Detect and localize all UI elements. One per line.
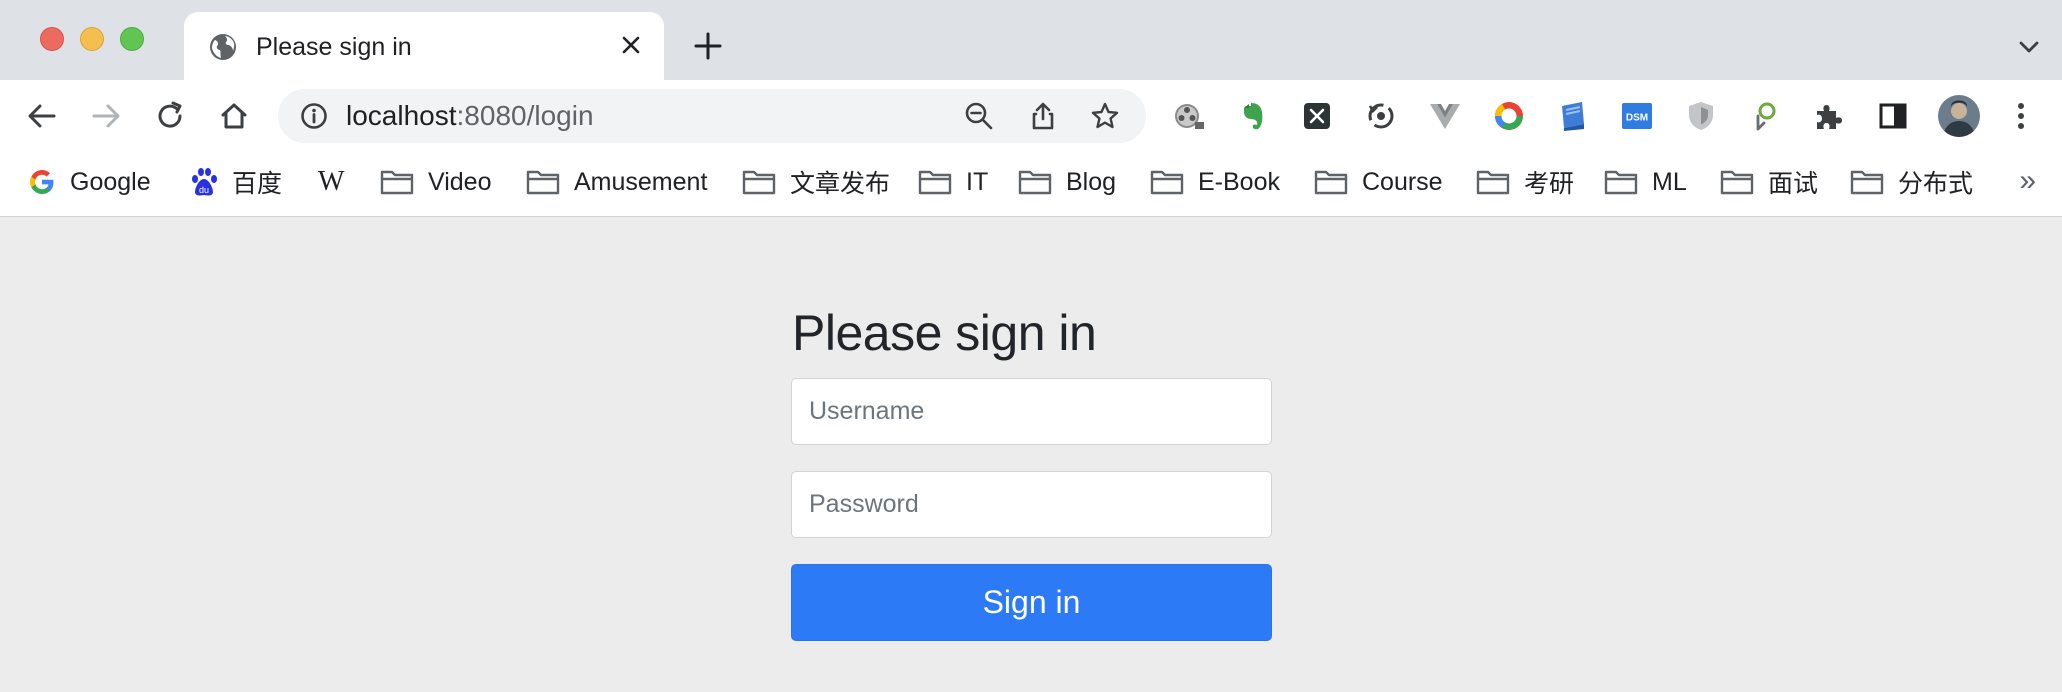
tab-strip: Please sign in xyxy=(0,0,2062,80)
url-text[interactable]: localhost:8080/login xyxy=(346,101,594,131)
folder-icon xyxy=(742,170,776,195)
form-heading: Please sign in xyxy=(792,305,1097,361)
url-host: localhost xyxy=(346,100,457,131)
bookmark-label: ML xyxy=(1652,167,1687,196)
zoom-out-icon[interactable] xyxy=(960,97,998,135)
reload-icon[interactable] xyxy=(148,94,192,138)
bookmark-folder-course[interactable]: Course xyxy=(1314,164,1443,200)
back-icon[interactable] xyxy=(20,94,64,138)
folder-icon xyxy=(1604,170,1638,195)
kebab-menu-icon[interactable] xyxy=(2004,99,2038,133)
vue-devtools-icon[interactable] xyxy=(1428,99,1462,133)
bookmarks-overflow-button[interactable]: » xyxy=(2019,166,2036,196)
browser-toolbar: localhost:8080/login DSM xyxy=(0,80,2062,152)
tab-title: Please sign in xyxy=(256,33,412,61)
leaf-extension-icon[interactable] xyxy=(1748,99,1782,133)
browser-window-chrome: Please sign in localhost:8080/login DSM … xyxy=(0,0,2062,217)
folder-icon xyxy=(1018,170,1052,195)
dsm-icon[interactable]: DSM xyxy=(1620,99,1654,133)
bookmark-label: Google xyxy=(70,167,151,196)
bookmark-label: Amusement xyxy=(574,167,708,196)
share-icon[interactable] xyxy=(1024,97,1062,135)
bookmark-folder-it[interactable]: IT xyxy=(918,164,988,200)
wikipedia-icon: W xyxy=(318,166,345,197)
sign-in-button[interactable]: Sign in xyxy=(791,564,1272,641)
forward-icon[interactable] xyxy=(84,94,128,138)
bookmark-label: 分布式 xyxy=(1898,170,1974,198)
svg-text:du: du xyxy=(199,185,209,195)
bookmark-star-icon[interactable] xyxy=(1086,97,1124,135)
sync-icon[interactable] xyxy=(1364,99,1398,133)
bookmark-wikipedia[interactable]: W xyxy=(318,164,344,200)
folder-icon xyxy=(918,170,952,195)
close-tab-icon[interactable] xyxy=(616,30,646,60)
close-window-button[interactable] xyxy=(40,27,64,51)
chrome-color-icon[interactable] xyxy=(1492,99,1526,133)
bookmark-label: IT xyxy=(966,167,989,196)
folder-icon xyxy=(1314,170,1348,195)
folder-icon xyxy=(526,170,560,195)
shield-extension-icon[interactable] xyxy=(1684,99,1718,133)
bookmark-label: 面试 xyxy=(1768,170,1819,198)
username-input[interactable] xyxy=(791,378,1272,445)
tab-active[interactable]: Please sign in xyxy=(184,12,664,80)
folder-icon xyxy=(1476,170,1510,195)
folder-icon xyxy=(1720,170,1754,195)
bookmark-folder-interview[interactable]: 面试 xyxy=(1720,164,1818,200)
book-icon[interactable] xyxy=(1556,99,1590,133)
google-icon xyxy=(30,170,54,194)
tab-search-chevron-icon[interactable] xyxy=(2014,32,2044,62)
bookmark-folder-ml[interactable]: ML xyxy=(1604,164,1687,200)
home-icon[interactable] xyxy=(212,94,256,138)
evernote-icon[interactable] xyxy=(1236,99,1270,133)
profile-avatar[interactable] xyxy=(1934,91,1984,141)
bookmark-google[interactable]: Google xyxy=(28,164,151,200)
folder-icon xyxy=(380,170,414,195)
page-content: Please sign in Sign in xyxy=(0,217,2062,692)
globe-icon xyxy=(210,34,236,60)
new-tab-plus-icon[interactable] xyxy=(690,28,726,64)
bookmark-label: 百度 xyxy=(232,170,283,198)
bookmark-label: Course xyxy=(1362,167,1443,196)
site-info-icon[interactable] xyxy=(300,102,328,130)
bookmark-label: Video xyxy=(428,167,492,196)
bookmark-baidu[interactable]: du 百度 xyxy=(190,164,282,200)
bookmark-label: 文章发布 xyxy=(790,170,891,198)
bookmark-folder-blog[interactable]: Blog xyxy=(1018,164,1116,200)
folder-icon xyxy=(1150,170,1184,195)
password-input[interactable] xyxy=(791,471,1272,538)
zoom-window-button[interactable] xyxy=(120,27,144,51)
bookmark-folder-ebook[interactable]: E-Book xyxy=(1150,164,1280,200)
bookmark-label: E-Book xyxy=(1198,167,1280,196)
bookmark-folder-distributed[interactable]: 分布式 xyxy=(1850,164,1973,200)
bookmark-folder-articles[interactable]: 文章发布 xyxy=(742,164,890,200)
folder-icon xyxy=(1850,170,1884,195)
address-bar[interactable]: localhost:8080/login xyxy=(278,89,1146,143)
bookmark-label: Blog xyxy=(1066,167,1117,196)
bookmark-label: 考研 xyxy=(1524,170,1575,198)
dsm-label: DSM xyxy=(1626,113,1648,124)
minimize-window-button[interactable] xyxy=(80,27,104,51)
sidebar-icon[interactable] xyxy=(1876,99,1910,133)
baidu-icon: du xyxy=(192,168,217,196)
bookmark-folder-amusement[interactable]: Amusement xyxy=(526,164,707,200)
bookmarks-bar: Google du 百度 W Video Amusement 文章发布 IT B… xyxy=(0,152,2062,217)
film-reel-icon[interactable] xyxy=(1172,99,1206,133)
x-extension-icon[interactable] xyxy=(1300,99,1334,133)
bookmark-folder-exam[interactable]: 考研 xyxy=(1476,164,1574,200)
bookmark-folder-video[interactable]: Video xyxy=(380,164,492,200)
url-path: :8080/login xyxy=(456,100,594,131)
puzzle-icon[interactable] xyxy=(1812,99,1846,133)
